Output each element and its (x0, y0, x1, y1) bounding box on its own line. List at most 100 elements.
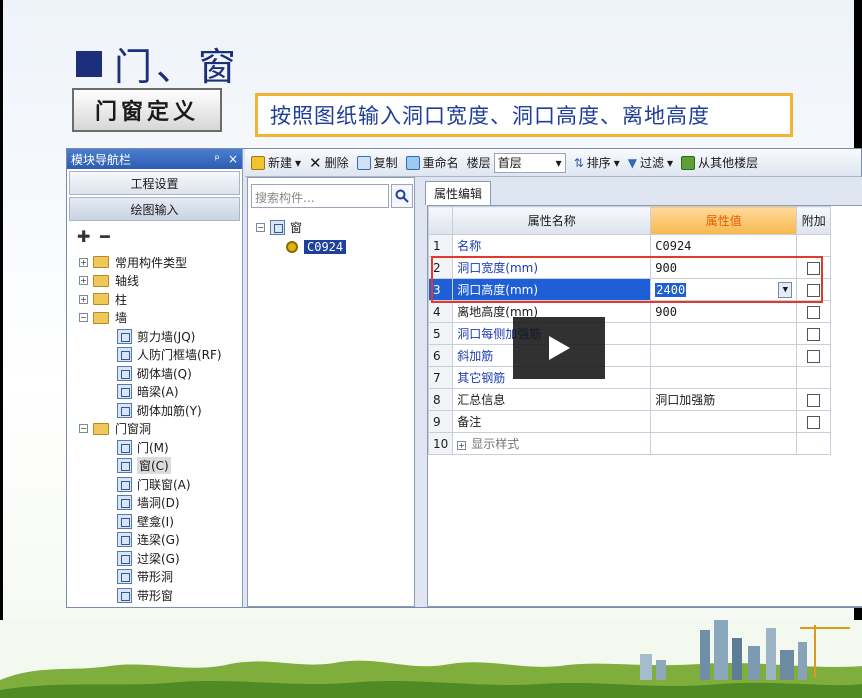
tree-item[interactable]: 门(M) (71, 438, 242, 457)
tree-item[interactable]: + 柱 (71, 290, 242, 309)
property-row[interactable]: 1 名称 C0924 (427, 234, 832, 257)
property-value-cell[interactable] (650, 322, 798, 345)
property-row[interactable]: 7 其它钢筋 (427, 366, 832, 389)
floor-dropdown[interactable]: 首层 ▾ (493, 152, 566, 173)
delete-button[interactable]: ✕ 删除 (309, 154, 349, 172)
index-header (427, 206, 454, 235)
dropdown-arrow-icon[interactable]: ▼ (778, 281, 793, 298)
search-input[interactable]: 搜索构件... (251, 184, 389, 208)
expand-toggle[interactable]: + (79, 294, 88, 304)
pin-icon[interactable]: ᵖ (215, 152, 220, 166)
component-tree: − 窗 C0924 (256, 218, 347, 256)
chevron-down-icon: ▾ (295, 155, 302, 170)
sort-button[interactable]: ⇅ 排序 ▾ (574, 154, 620, 171)
property-value-cell[interactable]: 900 (650, 300, 798, 323)
tree-node-c0924[interactable]: C0924 (256, 237, 347, 256)
tab-property-edit[interactable]: 属性编辑 (425, 181, 491, 205)
property-value-cell[interactable]: C0924 (650, 234, 798, 257)
property-name: 其它钢筋 (457, 371, 506, 385)
property-panel: 属性编辑 属性名称 属性值 附加 1 名称 C0924 2 洞口宽度(mm) 900 3 洞口… (419, 177, 862, 607)
collapse-all-icon[interactable]: ━ (100, 227, 110, 246)
expand-all-icon[interactable]: ✚ (77, 227, 90, 246)
property-value-cell[interactable] (650, 344, 798, 367)
extra-checkbox[interactable] (807, 349, 821, 363)
row-index: 7 (427, 366, 454, 389)
property-row[interactable]: 4 离地高度(mm) 900 (427, 300, 832, 323)
tree-item[interactable]: 人防门框墙(RF) (71, 346, 242, 365)
tree-item[interactable]: 门联窗(A) (71, 475, 242, 494)
project-settings-button[interactable]: 工程设置 (69, 171, 240, 195)
tree-item[interactable]: − 门窗洞 (71, 420, 242, 439)
property-value-cell[interactable] (650, 366, 798, 389)
property-row[interactable]: 5 洞口每侧加强筋 (427, 322, 832, 345)
tree-item[interactable]: 带形窗 (71, 586, 242, 605)
property-value: 900 (655, 304, 677, 319)
extra-checkbox[interactable] (807, 283, 821, 297)
property-value-cell[interactable]: 2400 ▼ (650, 278, 798, 301)
component-icon (117, 532, 132, 548)
property-row[interactable]: 8 汇总信息 洞口加强筋 (427, 388, 832, 411)
drawing-input-button[interactable]: 绘图输入 (69, 197, 240, 221)
tree-item[interactable]: 壁龛(I) (71, 512, 242, 531)
filter-button[interactable]: ▼ 过滤 ▾ (628, 154, 673, 171)
slide-title: 门、窗 (76, 36, 240, 91)
extra-cell (796, 432, 832, 455)
copy-from-floor-button[interactable]: 从其他楼层 (681, 154, 758, 171)
component-icon (117, 439, 132, 455)
expand-toggle[interactable]: + (457, 441, 467, 450)
extra-header[interactable]: 附加 (796, 206, 832, 235)
delete-icon: ✕ (309, 153, 322, 172)
folder-icon (93, 256, 109, 269)
tree-item[interactable]: − 墙 (71, 309, 242, 328)
name-header[interactable]: 属性名称 (452, 206, 652, 235)
expand-toggle[interactable]: + (79, 276, 88, 286)
property-value[interactable]: 2400 (655, 282, 687, 297)
collapse-toggle[interactable]: − (256, 223, 265, 232)
tree-node-window[interactable]: − 窗 (256, 218, 346, 237)
component-icon (117, 569, 132, 585)
tree-item[interactable]: 带形洞 (71, 568, 242, 587)
new-button[interactable]: 新建 ▾ (251, 154, 301, 171)
tree-item[interactable]: 窗(C) (71, 457, 242, 476)
property-row[interactable]: 3 洞口高度(mm) 2400 ▼ (427, 278, 832, 301)
tree-item[interactable]: 剪力墙(JQ) (71, 327, 242, 346)
property-row[interactable]: 2 洞口宽度(mm) 900 (427, 256, 832, 279)
property-row[interactable]: 10 + 显示样式 (427, 432, 832, 455)
tree-item[interactable]: 连梁(G) (71, 531, 242, 550)
expand-toggle[interactable]: + (79, 257, 88, 267)
folder-icon (93, 422, 109, 435)
tree-item[interactable]: 砌体墙(Q) (71, 364, 242, 383)
property-value-cell[interactable]: 900 (650, 256, 798, 279)
tree-item[interactable]: 过梁(G) (71, 549, 242, 568)
row-index: 5 (427, 322, 454, 345)
extra-checkbox[interactable] (807, 261, 821, 275)
new-icon (251, 155, 265, 170)
rename-button[interactable]: 重命名 (405, 154, 459, 171)
expand-toggle[interactable]: − (79, 424, 88, 434)
extra-checkbox[interactable] (807, 393, 821, 407)
property-row[interactable]: 6 斜加筋 (427, 344, 832, 367)
extra-checkbox[interactable] (807, 327, 821, 341)
search-button[interactable] (391, 184, 413, 208)
value-header[interactable]: 属性值 (650, 206, 798, 235)
video-play-button[interactable] (513, 317, 605, 379)
expand-toggle[interactable]: − (79, 313, 88, 323)
extra-checkbox[interactable] (807, 415, 821, 429)
tree-item[interactable]: 暗梁(A) (71, 383, 242, 402)
door-window-definition-button[interactable]: 门窗定义 (72, 88, 222, 132)
floor-selector: 楼层 首层 ▾ (466, 152, 566, 173)
copy-button[interactable]: 复制 (356, 154, 398, 171)
tree-item[interactable]: + 常用构件类型 (71, 253, 242, 272)
tree-item[interactable]: 墙洞(D) (71, 494, 242, 513)
property-value-cell[interactable] (650, 432, 798, 455)
property-value-cell[interactable]: 洞口加强筋 (650, 388, 798, 411)
property-value-editor[interactable]: 2400 ▼ (655, 281, 793, 298)
floor-label: 楼层 (466, 156, 491, 170)
property-value-cell[interactable] (650, 410, 798, 433)
extra-checkbox[interactable] (807, 305, 821, 319)
tree-item[interactable]: 砌体加筋(Y) (71, 401, 242, 420)
property-name-cell: + 显示样式 (452, 432, 652, 455)
property-row[interactable]: 9 备注 (427, 410, 832, 433)
tree-item[interactable]: + 轴线 (71, 272, 242, 291)
close-icon[interactable]: × (228, 152, 238, 166)
